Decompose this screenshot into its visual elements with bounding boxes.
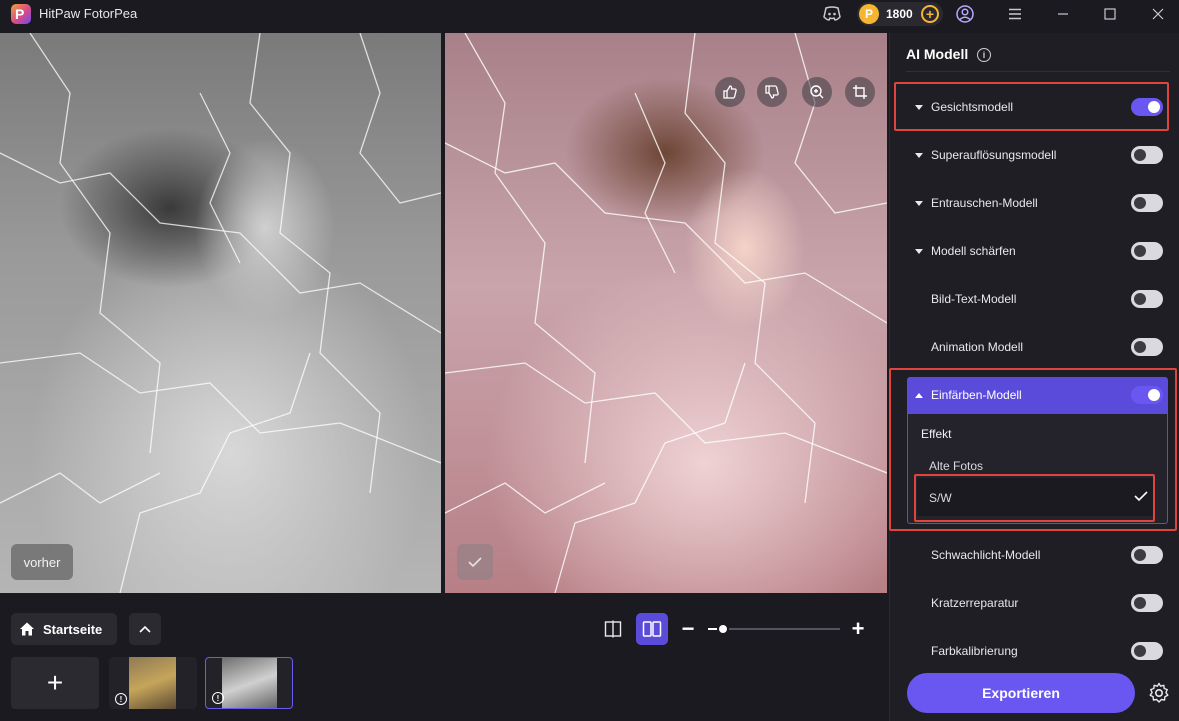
image-thumbnail[interactable]: ! bbox=[109, 657, 197, 709]
app-logo: P bbox=[11, 4, 31, 24]
model-label: Entrauschen-Modell bbox=[931, 196, 1038, 210]
model-toggle[interactable] bbox=[1131, 594, 1163, 612]
model-row-color-calibration[interactable]: Farbkalibrierung bbox=[906, 633, 1168, 669]
info-icon[interactable]: ! bbox=[212, 692, 224, 704]
model-toggle[interactable] bbox=[1131, 242, 1163, 260]
app-title: HitPaw FotorPea bbox=[39, 6, 138, 21]
before-image bbox=[0, 33, 441, 593]
menu-icon[interactable] bbox=[1004, 4, 1026, 24]
panel-title: AI Modell bbox=[906, 46, 969, 62]
info-icon[interactable]: i bbox=[977, 48, 991, 62]
model-label: Modell schärfen bbox=[931, 244, 1016, 258]
toggle-knob bbox=[1134, 645, 1146, 657]
model-row-image-text[interactable]: Bild-Text-Modell bbox=[906, 281, 1168, 317]
model-label: Animation Modell bbox=[931, 340, 1024, 354]
home-button[interactable]: Startseite bbox=[11, 613, 117, 645]
toggle-knob bbox=[1134, 293, 1146, 305]
home-label: Startseite bbox=[43, 621, 103, 637]
zoom-in-button[interactable]: + bbox=[848, 616, 868, 641]
account-icon[interactable] bbox=[954, 4, 976, 24]
crop-icon[interactable] bbox=[845, 77, 875, 107]
maximize-icon[interactable] bbox=[1099, 4, 1121, 24]
coin-icon: P bbox=[859, 4, 879, 24]
after-check-icon[interactable] bbox=[457, 544, 493, 580]
minimize-icon[interactable] bbox=[1052, 4, 1074, 24]
model-toggle[interactable] bbox=[1131, 642, 1163, 660]
panel-divider bbox=[906, 71, 1170, 72]
chevron-up-icon bbox=[139, 625, 151, 633]
highlight-frame bbox=[894, 82, 1169, 131]
close-icon[interactable] bbox=[1147, 4, 1169, 24]
toggle-knob bbox=[1134, 549, 1146, 561]
add-credits-icon[interactable]: + bbox=[921, 5, 939, 23]
credit-balance[interactable]: P 1800 + bbox=[857, 2, 943, 26]
image-thumbnail-selected[interactable]: ! bbox=[205, 657, 293, 709]
model-toggle[interactable] bbox=[1131, 338, 1163, 356]
chevron-down-icon[interactable] bbox=[915, 248, 923, 254]
zoom-slider-handle[interactable] bbox=[717, 623, 729, 635]
model-toggle[interactable] bbox=[1131, 546, 1163, 564]
model-label: Farbkalibrierung bbox=[931, 644, 1018, 658]
model-row-sharpen[interactable]: Modell schärfen bbox=[906, 233, 1168, 269]
title-bar: P HitPaw FotorPea P 1800 + bbox=[0, 0, 1179, 28]
model-row-low-light[interactable]: Schwachlicht-Modell bbox=[906, 537, 1168, 573]
chevron-down-icon[interactable] bbox=[915, 200, 923, 206]
home-icon bbox=[20, 622, 34, 636]
highlight-frame bbox=[914, 474, 1155, 522]
model-toggle[interactable] bbox=[1131, 146, 1163, 164]
toggle-knob bbox=[1134, 597, 1146, 609]
model-row-super-resolution[interactable]: Superauflösungsmodell bbox=[906, 137, 1168, 173]
collapse-button[interactable] bbox=[129, 613, 161, 645]
before-label: vorher bbox=[11, 544, 73, 580]
scratch-overlay bbox=[445, 33, 887, 593]
split-view-icon bbox=[604, 620, 622, 638]
add-image-button[interactable]: + bbox=[11, 657, 99, 709]
thumbnail-image bbox=[222, 658, 277, 708]
toggle-knob bbox=[1134, 341, 1146, 353]
model-row-animation[interactable]: Animation Modell bbox=[906, 329, 1168, 365]
export-button[interactable]: Exportieren bbox=[907, 673, 1135, 713]
toggle-knob bbox=[1134, 245, 1146, 257]
thumbs-up-icon[interactable] bbox=[715, 77, 745, 107]
chevron-down-icon[interactable] bbox=[915, 152, 923, 158]
zoom-in-icon[interactable] bbox=[802, 77, 832, 107]
model-row-denoise[interactable]: Entrauschen-Modell bbox=[906, 185, 1168, 221]
model-label: Kratzerreparatur bbox=[931, 596, 1019, 610]
toggle-knob bbox=[1134, 197, 1146, 209]
credit-count: 1800 bbox=[886, 7, 913, 21]
thumbs-down-icon[interactable] bbox=[757, 77, 787, 107]
scratch-overlay bbox=[0, 33, 441, 593]
model-label: Superauflösungsmodell bbox=[931, 148, 1057, 162]
side-by-side-icon bbox=[642, 621, 662, 637]
side-by-side-view-button[interactable] bbox=[636, 613, 668, 645]
model-toggle[interactable] bbox=[1131, 194, 1163, 212]
zoom-out-button[interactable]: − bbox=[678, 616, 698, 641]
split-view-button[interactable] bbox=[597, 613, 629, 645]
after-image bbox=[445, 33, 887, 593]
settings-gear-icon[interactable] bbox=[1147, 681, 1171, 705]
toggle-knob bbox=[1134, 149, 1146, 161]
model-toggle[interactable] bbox=[1131, 290, 1163, 308]
thumbnail-image bbox=[129, 657, 176, 709]
model-label: Schwachlicht-Modell bbox=[931, 548, 1041, 562]
discord-icon[interactable] bbox=[821, 4, 843, 24]
model-label: Bild-Text-Modell bbox=[931, 292, 1017, 306]
model-row-scratch-repair[interactable]: Kratzerreparatur bbox=[906, 585, 1168, 621]
info-icon[interactable]: ! bbox=[115, 693, 127, 705]
